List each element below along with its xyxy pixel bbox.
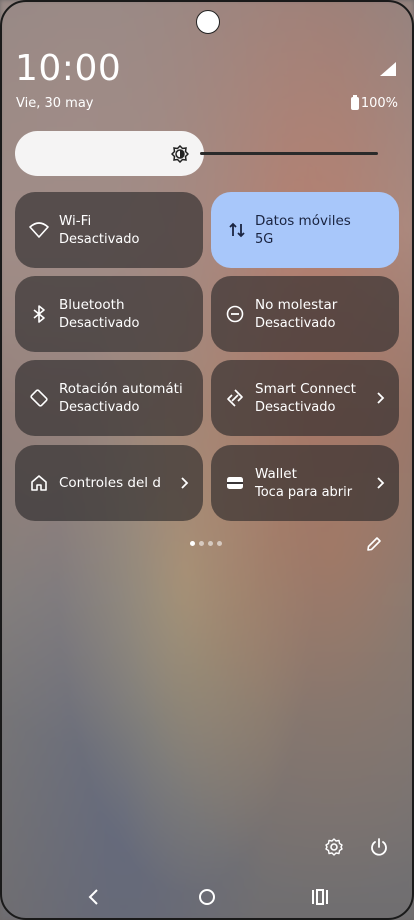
do-not-disturb-icon [226,305,244,323]
battery-level: 100% [360,96,398,111]
tile-label: Wallet [255,466,297,482]
battery-icon [350,95,359,110]
tile-mobile-data[interactable]: Datos móviles 5G [211,192,399,268]
power-icon[interactable] [369,837,389,857]
tile-label: Controles del dispositivo [59,475,161,491]
tile-status: Desactivado [59,316,140,331]
wallet-icon [227,477,243,489]
tile-status: Desactivado [59,232,140,247]
tile-device-controls[interactable]: Controles del dispositivo [15,445,203,521]
tile-status: Toca para abrir [255,485,353,500]
smart-connect-icon [227,389,243,407]
bluetooth-icon [33,305,45,323]
settings-gear-icon[interactable] [324,837,344,857]
home-icon [31,475,47,491]
front-camera-cutout [196,10,220,34]
tile-label: Rotación automática [59,381,183,397]
tile-label: No molestar [255,297,338,313]
nav-recents-icon[interactable] [310,888,330,906]
date: Vie, 30 may [16,96,94,111]
tile-status: Desactivado [59,400,140,415]
tile-status: 5G [255,232,274,247]
battery-status: 100% [350,95,398,111]
mobile-data-icon [229,222,245,238]
tile-do-not-disturb[interactable]: No molestar Desactivado [211,276,399,352]
tile-label: Bluetooth [59,297,125,313]
nav-home-icon[interactable] [198,888,216,906]
chevron-right-icon [377,477,385,489]
chevron-right-icon [181,477,189,489]
clock: 10:00 [15,48,122,89]
tile-smart-connect[interactable]: Smart Connect Desactivado [211,360,399,436]
tile-auto-rotate[interactable]: Rotación automática Desactivado [15,360,203,436]
tile-status: Desactivado [255,400,336,415]
nav-back-icon[interactable] [85,887,103,907]
tile-wifi[interactable]: Wi-Fi Desactivado [15,192,203,268]
tile-label: Wi-Fi [59,213,92,229]
tile-bluetooth[interactable]: Bluetooth Desactivado [15,276,203,352]
brightness-icon[interactable] [171,145,189,163]
tile-status: Desactivado [255,316,336,331]
page-dot [217,541,222,546]
page-dot-active [190,541,195,546]
page-indicator [190,541,222,546]
auto-rotate-icon [30,389,48,407]
brightness-slider-track[interactable] [200,152,378,155]
page-dot [199,541,204,546]
page-dot [208,541,213,546]
wifi-icon [29,222,49,238]
chevron-right-icon [377,392,385,404]
edit-pencil-icon[interactable] [365,535,383,553]
tile-label: Smart Connect [255,381,356,397]
signal-icon [380,62,396,76]
tile-wallet[interactable]: Wallet Toca para abrir [211,445,399,521]
tile-label: Datos móviles [255,213,351,229]
